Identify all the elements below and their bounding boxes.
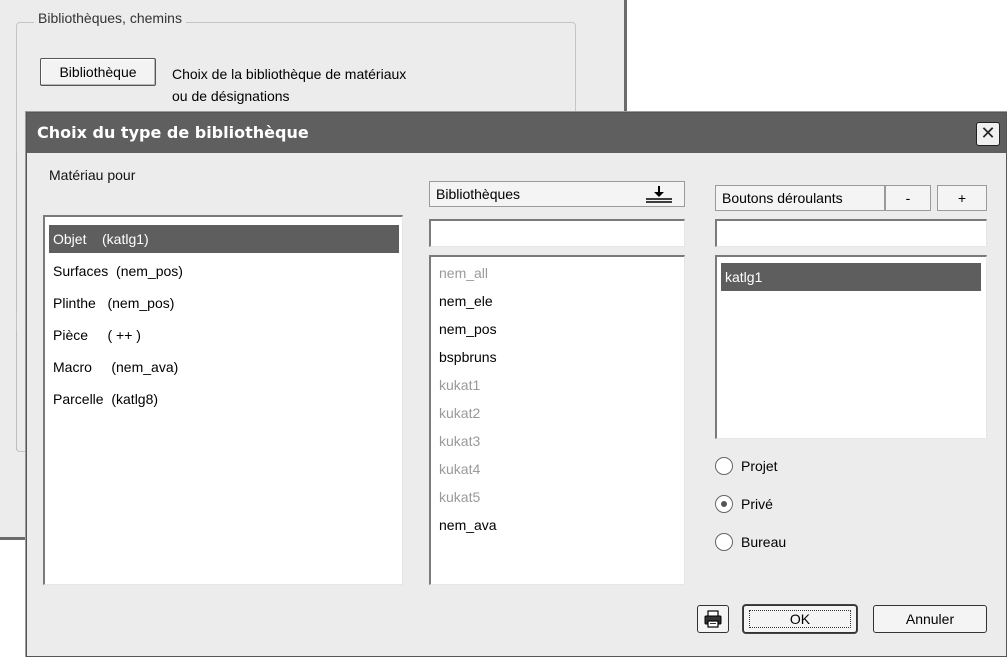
list-item[interactable]: nem_pos bbox=[435, 315, 497, 343]
list-item[interactable]: Pièce ( ++ ) bbox=[49, 321, 399, 349]
dropdown-buttons-header: Boutons déroulants bbox=[715, 185, 885, 211]
list-item[interactable]: Macro (nem_ava) bbox=[49, 353, 399, 381]
dialog-title: Choix du type de bibliothèque bbox=[37, 123, 309, 142]
list-item[interactable]: katlg1 bbox=[721, 263, 981, 291]
remove-button[interactable]: - bbox=[885, 185, 931, 211]
list-item[interactable]: nem_ele bbox=[435, 287, 493, 315]
radio-icon[interactable] bbox=[715, 533, 733, 552]
close-icon[interactable]: ✕ bbox=[976, 122, 1000, 146]
list-item[interactable]: Parcelle (katlg8) bbox=[49, 385, 399, 413]
radio-icon[interactable] bbox=[715, 457, 733, 476]
list-item[interactable]: Objet (katlg1) bbox=[49, 225, 399, 253]
cancel-button[interactable]: Annuler bbox=[873, 605, 987, 633]
list-item[interactable]: bspbruns bbox=[435, 343, 497, 371]
parent-divider bbox=[16, 330, 17, 450]
list-item[interactable]: kukat1 bbox=[435, 371, 480, 399]
radio-prive[interactable]: Privé bbox=[715, 493, 773, 515]
radio-label: Bureau bbox=[741, 534, 787, 550]
material-for-label: Matériau pour bbox=[49, 167, 136, 183]
group-title: Bibliothèques, chemins bbox=[34, 10, 186, 26]
dropdown-buttons-label: Boutons déroulants bbox=[722, 190, 843, 206]
libraries-list[interactable]: nem_all nem_ele nem_pos bspbruns kukat1 … bbox=[429, 255, 685, 585]
library-description: Choix de la bibliothèque de matériaux ou… bbox=[172, 63, 406, 107]
list-item[interactable]: kukat3 bbox=[435, 427, 480, 455]
radio-label: Projet bbox=[741, 458, 778, 474]
list-item[interactable]: kukat2 bbox=[435, 399, 480, 427]
library-description-line2: ou de désignations bbox=[172, 88, 290, 104]
radio-projet[interactable]: Projet bbox=[715, 455, 778, 477]
library-description-line1: Choix de la bibliothèque de matériaux bbox=[172, 66, 407, 82]
dropdown-buttons-filter-input[interactable] bbox=[715, 219, 987, 247]
radio-icon[interactable] bbox=[715, 495, 733, 514]
printer-icon[interactable] bbox=[697, 605, 729, 633]
list-item[interactable]: Plinthe (nem_pos) bbox=[49, 289, 399, 317]
libraries-filter-input[interactable] bbox=[429, 219, 685, 247]
list-item[interactable]: kukat4 bbox=[435, 455, 480, 483]
download-icon[interactable] bbox=[633, 181, 685, 207]
list-item[interactable]: nem_all bbox=[435, 259, 488, 287]
list-item[interactable]: Surfaces (nem_pos) bbox=[49, 257, 399, 285]
cancel-label: Annuler bbox=[905, 611, 955, 627]
focus-ring bbox=[749, 610, 851, 628]
library-type-dialog: Choix du type de bibliothèque ✕ Matériau… bbox=[26, 112, 1007, 657]
list-item[interactable]: nem_ava bbox=[435, 511, 497, 539]
material-list[interactable]: Objet (katlg1) Surfaces (nem_pos) Plinth… bbox=[43, 215, 403, 585]
dropdown-buttons-list[interactable]: katlg1 bbox=[715, 255, 987, 439]
radio-bureau[interactable]: Bureau bbox=[715, 531, 786, 553]
radio-label: Privé bbox=[741, 496, 773, 512]
add-button[interactable]: + bbox=[937, 185, 987, 211]
list-item[interactable]: kukat5 bbox=[435, 483, 480, 511]
libraries-label: Bibliothèques bbox=[436, 186, 521, 202]
library-button[interactable]: Bibliothèque bbox=[40, 58, 156, 86]
dialog-titlebar[interactable]: Choix du type de bibliothèque bbox=[27, 113, 1006, 153]
parent-divider bbox=[16, 152, 17, 312]
